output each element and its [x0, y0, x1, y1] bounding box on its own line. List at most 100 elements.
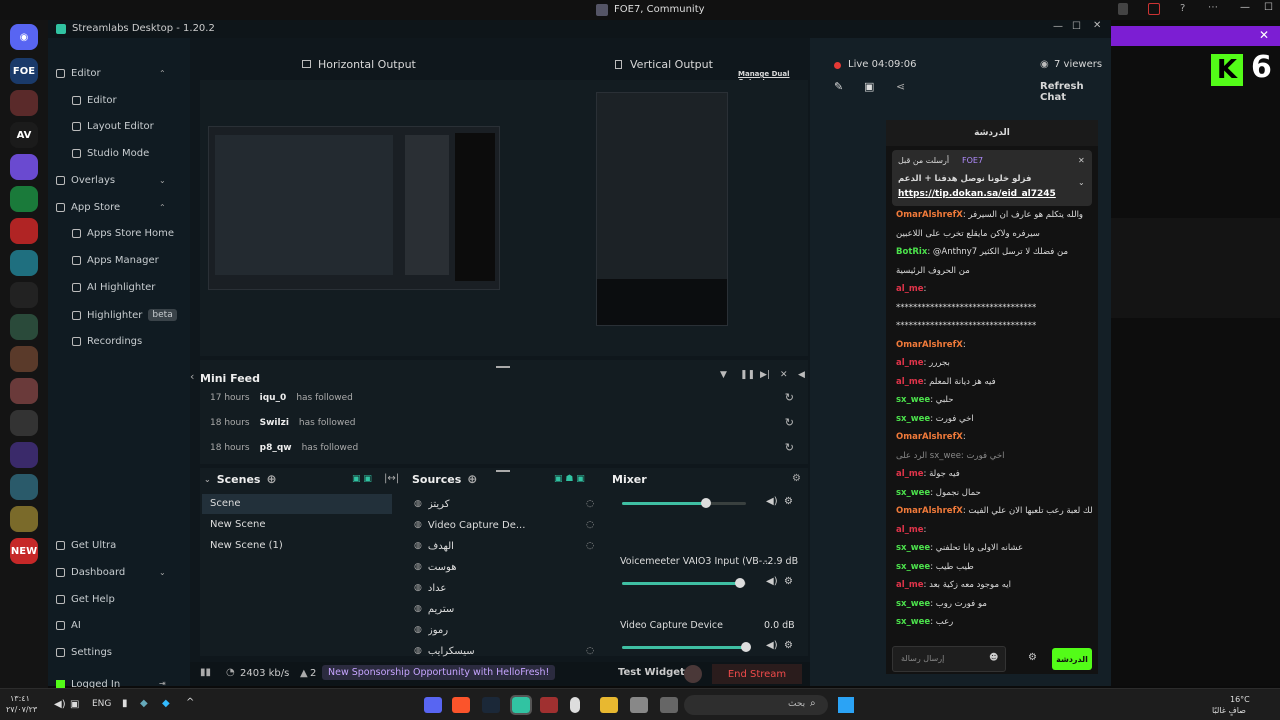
nav-item-apps-manager[interactable]: Apps Manager	[72, 255, 159, 266]
speaker-icon[interactable]: ◀)	[766, 640, 778, 651]
visibility-icon[interactable]: ◌	[586, 646, 594, 656]
source-item[interactable]: ◍ عداد	[414, 578, 594, 598]
refresh-chat-button[interactable]: Refresh Chat	[1040, 81, 1111, 103]
record-icon[interactable]	[1148, 3, 1160, 15]
source-item[interactable]: ◍ هوست	[414, 557, 594, 577]
server-icon[interactable]	[10, 282, 38, 308]
nav-bottom-settings[interactable]: Settings	[56, 647, 112, 658]
source-item[interactable]: ◍ سيسكرايب ◌	[414, 641, 594, 661]
horizontal-output-label[interactable]: Horizontal Output	[318, 58, 416, 71]
chat-username[interactable]: BotRix	[896, 247, 927, 257]
chat-username[interactable]: OmarAlshrefX	[896, 340, 963, 350]
vertical-preview[interactable]	[596, 92, 728, 326]
server-icon[interactable]	[10, 506, 38, 532]
rec-app-icon[interactable]	[540, 697, 558, 713]
chevron-down-icon[interactable]: ⌄	[159, 568, 166, 577]
pinned-message[interactable]: أرسلت من قبل FOE7 ✕ فزلو خلونا نوصل هدفن…	[892, 150, 1092, 206]
server-icon[interactable]	[10, 186, 38, 212]
chat-username[interactable]: al_me	[896, 377, 924, 387]
edit-icon[interactable]: ✎	[834, 80, 843, 93]
replay-icon[interactable]: ↻	[785, 441, 794, 454]
steam-icon[interactable]	[482, 697, 500, 713]
source-item[interactable]: ◍ Video Capture De... ◌	[414, 515, 594, 535]
server-icon[interactable]	[10, 250, 38, 276]
tray-app-icon[interactable]: ◆	[140, 698, 148, 709]
server-icon[interactable]	[10, 218, 38, 244]
kick-close-icon[interactable]: ✕	[1259, 28, 1269, 42]
volume-knob[interactable]	[741, 642, 751, 652]
drag-handle-icon[interactable]	[496, 366, 510, 368]
chat-username[interactable]: OmarAlshrefX	[896, 506, 963, 516]
channel-settings-icon[interactable]: ⚙	[784, 496, 793, 507]
file-explorer-icon[interactable]	[600, 697, 618, 713]
mute-icon[interactable]: ✕	[780, 370, 788, 380]
volume-slider[interactable]	[622, 642, 751, 652]
server-icon[interactable]	[10, 154, 38, 180]
drag-handle-icon[interactable]	[496, 470, 510, 472]
add-source-icon[interactable]: ⊕	[467, 472, 477, 486]
notification-icon[interactable]: ▲	[300, 668, 308, 679]
vertical-output-label[interactable]: Vertical Output	[630, 58, 713, 71]
chat-username[interactable]: sx_wee	[896, 395, 930, 405]
stats-icon[interactable]: ▮▮	[200, 667, 211, 678]
chat-username[interactable]: sx_wee	[896, 617, 930, 627]
discord-home-icon[interactable]: ◉	[10, 24, 38, 50]
streamlabs-icon[interactable]	[510, 695, 532, 715]
volume-slider[interactable]	[622, 578, 746, 588]
maximize-icon[interactable]: ☐	[1072, 21, 1081, 32]
mic-icon[interactable]: ▮	[122, 698, 128, 709]
minimize-icon[interactable]: —	[1053, 21, 1063, 32]
scene-item[interactable]: New Scene	[202, 515, 392, 535]
scene-item[interactable]: Scene	[202, 494, 392, 514]
volume-icon[interactable]: ◀	[798, 370, 805, 380]
dashboard-icon[interactable]: ▣	[864, 80, 874, 93]
chevron-down-icon[interactable]: ⌄	[204, 475, 211, 484]
nav-bottom-get-help[interactable]: Get Help	[56, 594, 115, 605]
chat-username[interactable]: al_me	[896, 580, 924, 590]
nav-item-editor[interactable]: Editor	[56, 68, 101, 79]
replay-icon[interactable]: ↻	[785, 391, 794, 404]
end-stream-button[interactable]: End Stream	[712, 664, 802, 684]
source-item[interactable]: ◍ الهدف ◌	[414, 536, 594, 556]
discord-icon[interactable]	[424, 697, 442, 713]
channel-settings-icon[interactable]: ⚙	[784, 576, 793, 587]
chat-username[interactable]: sx_wee	[896, 414, 930, 424]
chat-username[interactable]: sx_wee	[896, 543, 930, 553]
filter-icon[interactable]: ▼	[720, 370, 727, 380]
volume-slider[interactable]	[622, 498, 746, 508]
nav-item-overlays[interactable]: Overlays	[56, 175, 115, 186]
nav-item-layout-editor[interactable]: Layout Editor	[72, 121, 154, 132]
server-icon[interactable]: FOE	[10, 58, 38, 84]
skip-icon[interactable]: ▶|	[760, 370, 770, 380]
emoji-icon[interactable]: ☻	[989, 653, 998, 663]
test-widgets-label[interactable]: Test Widgets	[618, 667, 691, 678]
search-box[interactable]: بحث ⌕	[684, 695, 828, 715]
chat-username[interactable]: OmarAlshrefX	[896, 432, 963, 442]
server-icon[interactable]	[10, 410, 38, 436]
record-button[interactable]	[684, 665, 702, 683]
source-item[interactable]: ◍ كريتز ◌	[414, 494, 594, 514]
add-scene-icon[interactable]: ⊕	[266, 472, 276, 486]
chat-username[interactable]: OmarAlshrefX	[896, 210, 963, 220]
scene-item[interactable]: New Scene (1)	[202, 536, 392, 556]
server-icon[interactable]: NEW	[10, 538, 38, 564]
nav-bottom-dashboard[interactable]: Dashboard	[56, 567, 125, 578]
server-icon[interactable]	[10, 378, 38, 404]
nav-item-recordings[interactable]: Recordings	[72, 336, 142, 347]
speaker-icon[interactable]: ◀)	[766, 576, 778, 587]
help-icon[interactable]: ?	[1180, 3, 1185, 14]
server-icon[interactable]	[10, 442, 38, 468]
chat-username[interactable]: al_me	[896, 284, 924, 294]
volume-knob[interactable]	[734, 578, 745, 588]
speaker-icon[interactable]: ◀)	[766, 496, 778, 507]
nav-item-studio-mode[interactable]: Studio Mode	[72, 148, 149, 159]
language-indicator[interactable]: ENG	[92, 699, 111, 709]
mouse-app-icon[interactable]	[570, 697, 580, 713]
chat-username[interactable]: al_me	[896, 525, 924, 535]
store-icon[interactable]	[630, 697, 648, 713]
chat-username[interactable]: al_me	[896, 469, 924, 479]
speaker-icon[interactable]: ◀)	[54, 699, 66, 710]
chevron-icon[interactable]: ⌃	[159, 69, 166, 78]
scene-collection-icon[interactable]: ▣ ▣	[352, 474, 372, 484]
pause-icon[interactable]: ❚❚	[740, 370, 755, 380]
